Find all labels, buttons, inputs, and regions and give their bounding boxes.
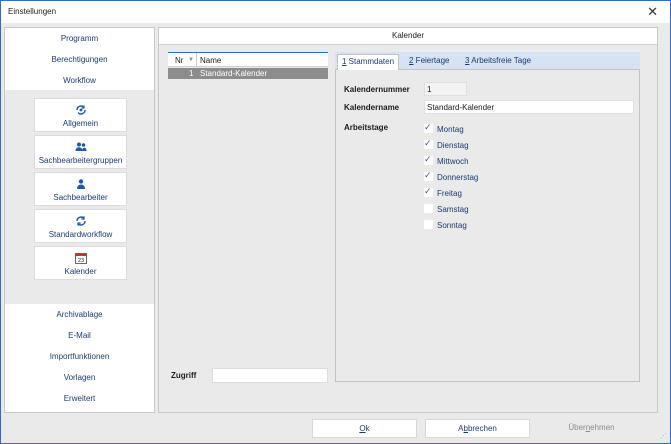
checkmark-icon: ✓ [424,154,432,164]
settings-window: Einstellungen ✕ Programm Berechtigungen … [0,0,671,444]
nav-bottom-group: Archivablage E-Mail Importfunktionen Vor… [5,304,154,409]
uebernehmen-label-rest: ehmen [590,423,615,432]
uebernehmen-label-pre: Über [568,423,586,432]
nav-top-group: Programm Berechtigungen Workflow [5,28,154,91]
sync-icon [75,215,87,227]
users-group-icon [75,141,87,153]
kalendername-label: Kalendername [344,103,400,112]
arbeitstage-label: Arbeitstage [344,123,389,132]
window-title: Einstellungen [8,7,57,16]
tile-label: Allgemein [62,119,99,128]
zugriff-input[interactable] [212,368,328,383]
nav-item-vorlagen[interactable]: Vorlagen [5,367,154,388]
tab-label: Stammdaten [346,57,395,66]
zugriff-label: Zugriff [171,371,197,380]
panel-title: Kalender [159,28,657,45]
kalendernummer-field[interactable]: 1 [424,82,467,96]
title-bar: Einstellungen ✕ [1,1,670,23]
row-name: Standard-Kalender [200,69,268,78]
workflow-tiles: Allgemein Sachbearbeitergruppen Sachbear… [5,90,154,304]
tile-sachbearbeitergruppen[interactable]: Sachbearbeitergruppen [34,135,127,169]
tab-arbeitsfreie-tage[interactable]: 3 Arbeitsfreie Tage [461,54,535,70]
tile-allgemein[interactable]: Allgemein [34,98,127,132]
ok-button[interactable]: Ok [312,419,417,438]
user-icon [75,178,87,190]
checkmark-icon: ✓ [424,122,432,132]
tile-label: Sachbearbeitergruppen [38,156,123,165]
tab-label: Arbeitsfreie Tage [469,56,532,65]
tile-sachbearbeiter[interactable]: Sachbearbeiter [34,172,127,206]
nav-item-erweitert[interactable]: Erweitert [5,388,154,409]
day-label: Freitag [437,189,462,198]
kalendernummer-label: Kalendernummer [344,85,410,94]
ok-label-rest: k [365,424,370,433]
sort-arrow-icon: ▼ [188,57,194,63]
tile-label: Kalender [64,267,97,276]
nav-item-email[interactable]: E-Mail [5,325,154,346]
checkmark-icon: ✓ [424,186,432,196]
tile-label: Sachbearbeiter [53,193,108,202]
detail-tabs: 1 Stammdaten 2 Feiertage 3 Arbeitsfreie … [335,52,640,382]
checkmark-icon: ✓ [424,170,432,180]
tab-feiertage[interactable]: 2 Feiertage [405,54,453,70]
kalendername-field[interactable]: Standard-Kalender [424,100,634,114]
day-label: Donnerstag [437,173,479,182]
list-header: Nr ▼ Name [168,52,328,67]
column-divider[interactable] [196,53,197,67]
tab-label: Feiertage [413,56,450,65]
nav-item-programm[interactable]: Programm [5,28,154,49]
uebernehmen-button[interactable]: Übernehmen [539,419,644,438]
abbrechen-label-rest: brechen [467,424,497,433]
day-label: Dienstag [437,141,469,150]
checkbox-box[interactable] [424,220,433,229]
day-label: Samstag [437,205,469,214]
resize-grip-icon[interactable]: ⋰ [660,433,668,441]
nav-item-importfunktionen[interactable]: Importfunktionen [5,346,154,367]
column-header-nr[interactable]: Nr [175,56,183,65]
column-header-name[interactable]: Name [200,56,221,65]
nav-item-archivablage[interactable]: Archivablage [5,304,154,325]
tile-label: Standardworkflow [48,230,113,239]
tile-standardworkflow[interactable]: Standardworkflow [34,209,127,243]
day-label: Montag [437,125,464,134]
calendar-icon: 23 [74,252,87,264]
stammdaten-content: Kalendernummer 1 Kalendername Standard-K… [335,70,640,382]
tab-stammdaten[interactable]: 1 Stammdaten [337,54,400,71]
tile-kalender[interactable]: 23 Kalender [34,246,127,280]
calendar-list: Nr ▼ Name 1 Standard-Kalender [168,52,328,368]
checkbox-box[interactable] [424,204,433,213]
refresh-gear-icon [75,104,87,116]
calendar-icon-number: 23 [77,258,83,264]
checkmark-icon: ✓ [424,138,432,148]
main-panel: Kalender Nr ▼ Name 1 Standard-Kalender Z… [158,27,658,413]
day-label: Mittwoch [437,157,469,166]
nav-item-berechtigungen[interactable]: Berechtigungen [5,49,154,70]
abbrechen-button[interactable]: Abbrechen [425,419,530,438]
table-row[interactable]: 1 Standard-Kalender [168,68,328,79]
close-icon[interactable]: ✕ [647,4,658,20]
left-navigation: Programm Berechtigungen Workflow Allgeme… [4,27,155,413]
tab-bar: 1 Stammdaten 2 Feiertage 3 Arbeitsfreie … [335,52,640,71]
nav-item-workflow[interactable]: Workflow [5,70,154,91]
row-nr: 1 [189,69,194,78]
day-label: Sonntag [437,221,467,230]
